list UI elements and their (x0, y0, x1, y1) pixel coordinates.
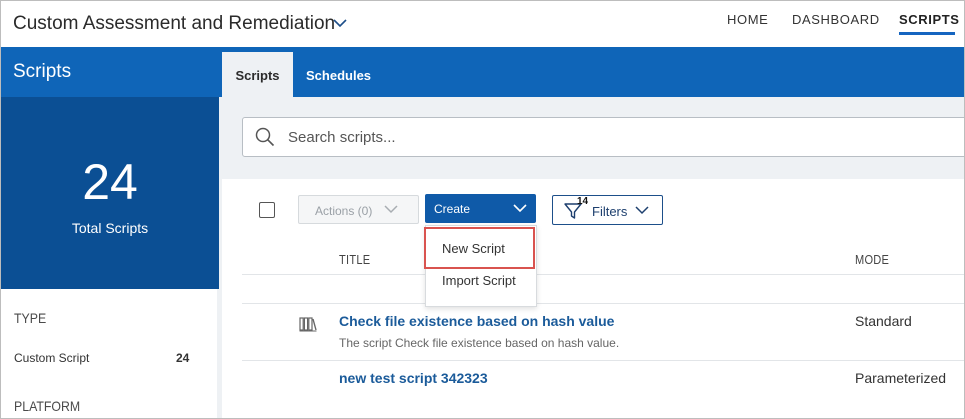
script-title-link[interactable]: new test script 342323 (339, 370, 488, 386)
app-title[interactable]: Custom Assessment and Remediation (13, 13, 335, 35)
menu-item-import-script[interactable]: Import Script (442, 273, 516, 288)
divider (242, 360, 964, 361)
script-title-link[interactable]: Check file existence based on hash value (339, 313, 614, 329)
chevron-down-icon (635, 206, 649, 215)
tab-scripts[interactable]: Scripts (222, 52, 293, 97)
search-input[interactable] (288, 127, 888, 147)
section-heading-platform: PLATFORM (14, 398, 81, 414)
column-header-mode[interactable]: MODE (855, 252, 889, 267)
total-scripts-value: 24 (82, 154, 138, 210)
nav-scripts[interactable]: SCRIPTS (899, 12, 960, 27)
highlight-box (424, 227, 535, 269)
app-window: Custom Assessment and Remediation HOME D… (0, 0, 965, 419)
search-icon (255, 127, 275, 147)
script-mode: Parameterized (855, 370, 947, 386)
script-mode: Standard (855, 313, 912, 329)
select-all-checkbox[interactable] (259, 202, 275, 218)
chevron-down-icon (513, 204, 527, 213)
nav-dashboard[interactable]: DASHBOARD (792, 12, 880, 27)
sidebar-title: Scripts (13, 61, 72, 82)
actions-button[interactable]: Actions (0) (298, 195, 419, 224)
nav-home[interactable]: HOME (727, 12, 768, 27)
divider (242, 303, 964, 304)
divider (242, 274, 964, 275)
section-heading-type: TYPE (14, 310, 47, 326)
active-nav-indicator (899, 32, 955, 35)
header-band (1, 47, 964, 97)
total-scripts-label: Total Scripts (71, 220, 149, 236)
chevron-down-icon[interactable] (332, 16, 348, 30)
filters-count-badge: 14 (577, 196, 589, 207)
script-description: The script Check file existence based on… (339, 336, 620, 350)
filter-item-count: 24 (176, 351, 190, 365)
filter-item-custom-script[interactable]: Custom Script (14, 351, 89, 365)
library-books-icon (299, 317, 317, 332)
column-header-title[interactable]: TITLE (339, 252, 370, 267)
tab-schedules[interactable]: Schedules (306, 52, 371, 97)
chevron-down-icon (384, 205, 398, 214)
